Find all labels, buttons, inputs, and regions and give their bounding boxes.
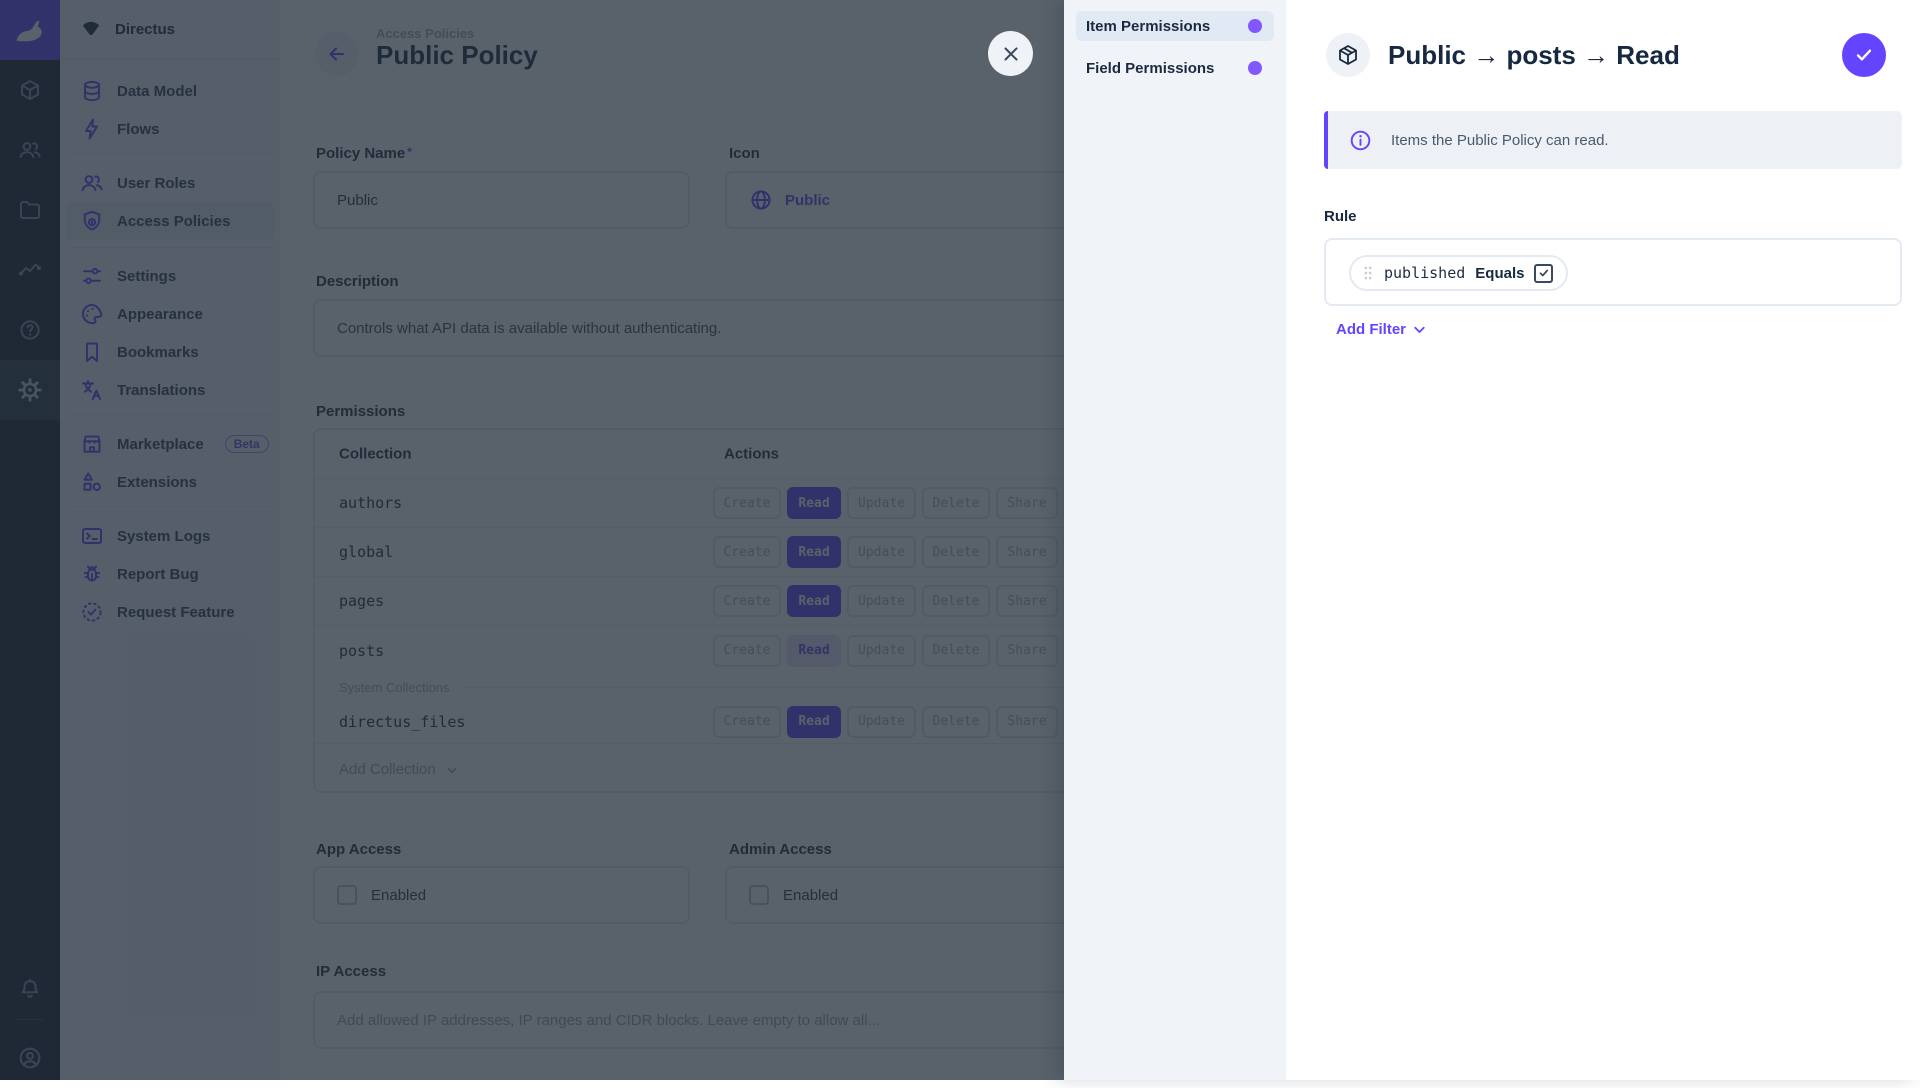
- filter-chip[interactable]: published Equals: [1349, 255, 1569, 291]
- info-notice: Items the Public Policy can read.: [1324, 111, 1902, 169]
- filter-operator[interactable]: Equals: [1475, 265, 1524, 282]
- close-icon: [1000, 43, 1022, 65]
- package-icon: [1326, 33, 1370, 77]
- close-drawer-button[interactable]: [988, 31, 1033, 76]
- notice-text: Items the Public Policy can read.: [1391, 131, 1609, 149]
- save-button[interactable]: [1842, 33, 1886, 77]
- add-filter-button[interactable]: Add Filter: [1336, 321, 1428, 338]
- drawer-nav: Item Permissions Field Permissions: [1064, 0, 1286, 1080]
- chevron-down-icon: [1411, 321, 1428, 338]
- tab-field-permissions[interactable]: Field Permissions: [1076, 53, 1274, 83]
- filter-value-checkbox[interactable]: [1534, 263, 1554, 283]
- rule-card: published Equals: [1324, 238, 1902, 306]
- drawer-header: Public → posts → Read: [1326, 33, 1680, 77]
- permissions-drawer: Item Permissions Field Permissions Publi…: [1064, 0, 1920, 1080]
- tab-item-permissions[interactable]: Item Permissions: [1076, 11, 1274, 41]
- filter-field[interactable]: published: [1384, 264, 1465, 282]
- rule-label: Rule: [1324, 208, 1357, 225]
- drawer-title: Public → posts → Read: [1388, 39, 1680, 70]
- check-icon: [1853, 44, 1875, 66]
- status-dot: [1248, 19, 1262, 33]
- info-icon: [1349, 129, 1372, 152]
- modal-overlay[interactable]: [0, 0, 1064, 1080]
- status-dot: [1248, 61, 1262, 75]
- drag-handle-icon[interactable]: [1362, 264, 1374, 282]
